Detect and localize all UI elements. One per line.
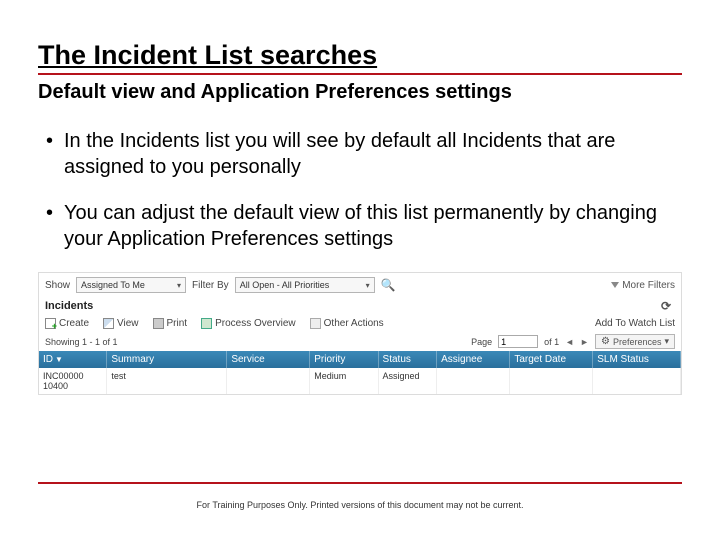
chevron-down-icon: ▾ <box>664 336 669 347</box>
show-dropdown-value: Assigned To Me <box>81 280 145 290</box>
show-label: Show <box>45 280 70 291</box>
gear-icon: ⚙ <box>601 336 610 347</box>
pager: Showing 1 - 1 of 1 Page of 1 ◄ ► ⚙ Prefe… <box>39 332 681 351</box>
chevron-down-icon: ▾ <box>366 281 370 290</box>
filterby-label: Filter By <box>192 280 229 291</box>
more-filters-button[interactable]: More Filters <box>611 280 675 291</box>
process-overview-button[interactable]: Process Overview <box>201 318 296 329</box>
watchlist-button[interactable]: Add To Watch List <box>595 318 675 329</box>
cell-summary: test <box>107 368 227 394</box>
funnel-icon <box>611 282 619 288</box>
cell-service <box>227 368 310 394</box>
bullet-item: In the Incidents list you will see by de… <box>46 128 682 180</box>
filter-bar: Show Assigned To Me ▾ Filter By All Open… <box>39 273 681 297</box>
print-icon <box>153 318 164 329</box>
filterby-dropdown-value: All Open - All Priorities <box>240 280 330 290</box>
pager-page-label: Page <box>471 337 492 347</box>
pager-showing: Showing 1 - 1 of 1 <box>45 337 118 347</box>
toolbar: Create View Print Process Overview Other… <box>39 315 681 332</box>
cell-assignee <box>437 368 510 394</box>
cell-id: INC00000 10400 <box>39 368 107 394</box>
sort-down-icon: ▼ <box>55 355 63 364</box>
col-status[interactable]: Status <box>379 351 438 368</box>
section-header: Incidents ⟳ <box>39 297 681 315</box>
slide-subtitle: Default view and Application Preferences… <box>38 81 682 104</box>
create-label: Create <box>59 318 89 329</box>
col-summary[interactable]: Summary <box>107 351 227 368</box>
cell-target <box>510 368 593 394</box>
col-target[interactable]: Target Date <box>510 351 593 368</box>
view-button[interactable]: View <box>103 318 139 329</box>
create-icon <box>45 318 56 329</box>
cell-status: Assigned <box>379 368 438 394</box>
footer-text: For Training Purposes Only. Printed vers… <box>0 500 720 510</box>
refresh-icon[interactable]: ⟳ <box>661 299 671 313</box>
app-screenshot: Show Assigned To Me ▾ Filter By All Open… <box>38 272 682 395</box>
pager-prev-icon[interactable]: ◄ <box>565 337 574 347</box>
process-label: Process Overview <box>215 318 296 329</box>
col-assignee[interactable]: Assignee <box>437 351 510 368</box>
filterby-dropdown[interactable]: All Open - All Priorities ▾ <box>235 277 375 293</box>
footer-divider <box>38 482 682 484</box>
create-button[interactable]: Create <box>45 318 89 329</box>
bullet-list: In the Incidents list you will see by de… <box>38 128 682 252</box>
section-label-text: Incidents <box>45 300 93 312</box>
other-icon <box>310 318 321 329</box>
view-label: View <box>117 318 139 329</box>
col-id[interactable]: ID▼ <box>39 351 107 368</box>
pager-of-label: of 1 <box>544 337 559 347</box>
table-row[interactable]: INC00000 10400 test Medium Assigned <box>39 368 681 394</box>
slide-title: The Incident List searches <box>38 40 682 75</box>
print-label: Print <box>167 318 188 329</box>
chevron-down-icon: ▾ <box>177 281 181 290</box>
preferences-button[interactable]: ⚙ Preferences ▾ <box>595 334 675 349</box>
bullet-item: You can adjust the default view of this … <box>46 200 682 252</box>
search-icon[interactable]: 🔍 <box>381 278 396 292</box>
print-button[interactable]: Print <box>153 318 188 329</box>
col-slm[interactable]: SLM Status <box>593 351 681 368</box>
col-priority[interactable]: Priority <box>310 351 378 368</box>
other-label: Other Actions <box>324 318 384 329</box>
pager-next-icon[interactable]: ► <box>580 337 589 347</box>
process-icon <box>201 318 212 329</box>
preferences-label: Preferences <box>613 337 662 347</box>
page-number-input[interactable] <box>498 335 538 348</box>
cell-priority: Medium <box>310 368 378 394</box>
table-header: ID▼ Summary Service Priority Status Assi… <box>39 351 681 368</box>
show-dropdown[interactable]: Assigned To Me ▾ <box>76 277 186 293</box>
cell-slm <box>593 368 681 394</box>
col-service[interactable]: Service <box>227 351 310 368</box>
view-icon <box>103 318 114 329</box>
other-actions-button[interactable]: Other Actions <box>310 318 384 329</box>
col-id-label: ID <box>43 354 53 365</box>
more-filters-label: More Filters <box>622 280 675 291</box>
